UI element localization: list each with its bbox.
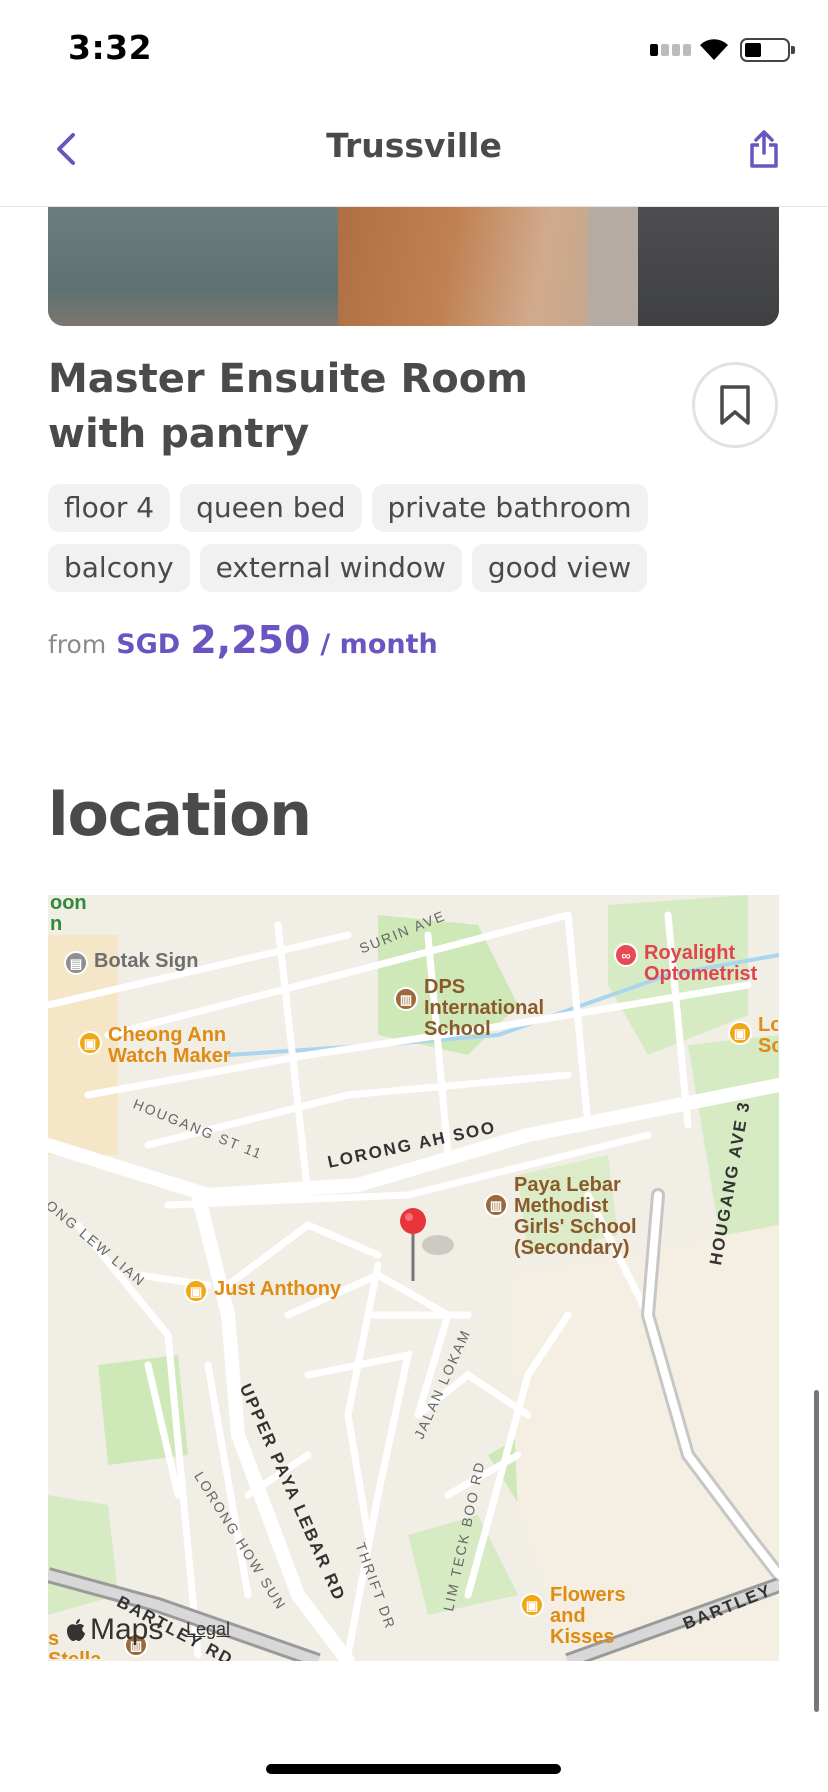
room-title: Master Ensuite Room with pantry bbox=[48, 352, 608, 462]
shopping-bag-icon: ▣ bbox=[184, 1279, 208, 1303]
home-indicator[interactable] bbox=[266, 1764, 561, 1774]
tag-floor: floor 4 bbox=[48, 484, 171, 532]
wifi-icon bbox=[700, 39, 728, 60]
price-currency: SGD bbox=[116, 629, 181, 660]
poi-just-anthony[interactable]: ▣ Just Anthony bbox=[184, 1279, 341, 1303]
store-icon: ▤ bbox=[64, 951, 88, 975]
nav-bar: Trussville bbox=[0, 100, 828, 207]
school-icon: ▥ bbox=[394, 987, 418, 1011]
tag-bed: queen bed bbox=[180, 484, 362, 532]
shopping-bag-icon: ▣ bbox=[520, 1593, 544, 1617]
shopping-bag-icon: ▣ bbox=[728, 1021, 752, 1045]
room-title-line1: Master Ensuite Room bbox=[48, 356, 528, 402]
tag-bathroom: private bathroom bbox=[371, 484, 648, 532]
poi-botak-sign[interactable]: ▤ Botak Sign bbox=[64, 951, 198, 975]
poi-dps-school[interactable]: ▥ DPS International School bbox=[394, 977, 544, 1040]
maps-legal-link[interactable]: Legal bbox=[186, 1619, 230, 1640]
bookmark-icon bbox=[720, 385, 750, 425]
glasses-icon: ∞ bbox=[614, 943, 638, 967]
school-icon: ▥ bbox=[484, 1193, 508, 1217]
feature-tags: floor 4 queen bed private bathroom balco… bbox=[48, 484, 788, 592]
tag-window: external window bbox=[199, 544, 462, 592]
tag-balcony: balcony bbox=[48, 544, 190, 592]
location-pin-icon bbox=[400, 1208, 426, 1281]
poi-flowers-kisses[interactable]: ▣ Flowers and Kisses bbox=[520, 1585, 640, 1648]
battery-icon bbox=[740, 38, 795, 62]
page-title: Trussville bbox=[326, 126, 502, 165]
poi-edge-top[interactable]: oon n bbox=[50, 895, 90, 935]
share-button[interactable] bbox=[742, 126, 786, 172]
poi-paya-lebar-school[interactable]: ▥ Paya Lebar Methodist Girls' School (Se… bbox=[484, 1175, 654, 1259]
price-from: from bbox=[48, 630, 107, 659]
status-time: 3:32 bbox=[68, 28, 153, 67]
scrollbar[interactable] bbox=[814, 1390, 819, 1712]
poi-royalight[interactable]: ∞ Royalight Optometrist bbox=[614, 943, 774, 985]
bookmark-button[interactable] bbox=[692, 362, 778, 448]
price-unit: / month bbox=[320, 629, 438, 660]
apple-logo-icon bbox=[67, 1619, 85, 1641]
tag-view: good view bbox=[471, 544, 648, 592]
status-bar: 3:32 bbox=[0, 0, 828, 100]
price-amount: 2,250 bbox=[190, 618, 311, 662]
shopping-bag-icon: ▣ bbox=[78, 1031, 102, 1055]
poi-cheong-ann[interactable]: ▣ Cheong Ann Watch Maker bbox=[78, 1025, 258, 1067]
room-photo[interactable] bbox=[48, 207, 779, 326]
price: from SGD 2,250 / month bbox=[48, 618, 438, 662]
cellular-signal-icon bbox=[650, 44, 691, 56]
poi-edge-right[interactable]: ▣ Lo Sc bbox=[728, 1015, 779, 1057]
location-map[interactable]: oon n ▤ Botak Sign ∞ Royalight Optometri… bbox=[48, 895, 779, 1661]
apple-maps-logo: Maps bbox=[66, 1613, 163, 1647]
room-title-line2: with pantry bbox=[48, 411, 310, 457]
share-icon bbox=[750, 130, 778, 168]
location-heading: location bbox=[48, 780, 312, 850]
